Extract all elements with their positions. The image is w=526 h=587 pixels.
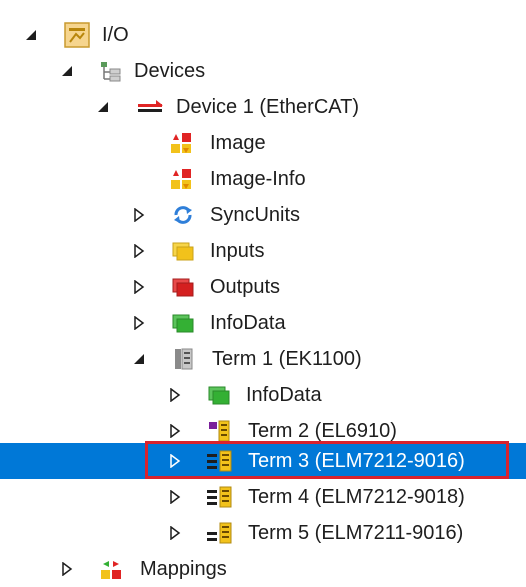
terminal-icon xyxy=(208,420,232,442)
inputs-icon xyxy=(172,240,194,262)
tree-node-inputs[interactable]: Inputs xyxy=(0,233,526,269)
tree-node-label: Term 5 (ELM7211-9016) xyxy=(248,522,464,544)
collapsed-arrow-icon[interactable] xyxy=(168,524,182,542)
sync-icon xyxy=(172,204,194,226)
tree-node-mappings[interactable]: Mappings xyxy=(0,551,526,587)
tree-node-term-5[interactable]: Term 5 (ELM7211-9016) xyxy=(0,515,526,551)
collapsed-arrow-icon[interactable] xyxy=(132,314,146,332)
mappings-icon xyxy=(100,558,122,580)
tree-node-label: InfoData xyxy=(246,384,322,406)
tree-node-image-info[interactable]: Image-Info xyxy=(0,161,526,197)
tree-node-image[interactable]: Image xyxy=(0,125,526,161)
tree-node-term-3[interactable]: Term 3 (ELM7212-9016) xyxy=(0,443,526,479)
collapsed-arrow-icon[interactable] xyxy=(132,278,146,296)
tree-node-label: Term 3 (ELM7212-9016) xyxy=(248,450,465,472)
tree-node-term1-infodata[interactable]: InfoData xyxy=(0,377,526,413)
tree-node-term-1[interactable]: Term 1 (EK1100) xyxy=(0,341,526,377)
collapsed-arrow-icon[interactable] xyxy=(168,386,182,404)
ethercat-device-icon xyxy=(136,96,164,118)
tree-node-device-1[interactable]: Device 1 (EtherCAT) xyxy=(0,89,526,125)
collapsed-arrow-icon[interactable] xyxy=(132,206,146,224)
expanded-arrow-icon[interactable] xyxy=(132,350,146,368)
tree-node-label: Mappings xyxy=(140,558,227,580)
expanded-arrow-icon[interactable] xyxy=(96,98,110,116)
tree-node-infodata[interactable]: InfoData xyxy=(0,305,526,341)
tree-node-syncunits[interactable]: SyncUnits xyxy=(0,197,526,233)
tree-node-io[interactable]: I/O xyxy=(0,17,526,53)
tree-node-label: Term 4 (ELM7212-9018) xyxy=(248,486,465,508)
tree-node-label: Outputs xyxy=(210,276,281,298)
devices-tree-icon xyxy=(100,60,122,82)
expanded-arrow-icon[interactable] xyxy=(24,26,38,44)
collapsed-arrow-icon[interactable] xyxy=(168,488,182,506)
collapsed-arrow-icon[interactable] xyxy=(60,560,74,578)
collapsed-arrow-icon[interactable] xyxy=(168,452,182,470)
terminal-icon xyxy=(206,522,234,544)
tree-node-label: InfoData xyxy=(210,312,286,334)
tree-node-outputs[interactable]: Outputs xyxy=(0,269,526,305)
io-folder-icon xyxy=(64,22,90,48)
collapsed-arrow-icon[interactable] xyxy=(132,242,146,260)
tree-node-label: Image-Info xyxy=(210,168,306,190)
tree-node-label: Device 1 (EtherCAT) xyxy=(176,96,360,118)
image-icon xyxy=(170,132,192,154)
collapsed-arrow-icon[interactable] xyxy=(168,422,182,440)
expanded-arrow-icon[interactable] xyxy=(60,62,74,80)
tree-node-term-4[interactable]: Term 4 (ELM7212-9018) xyxy=(0,479,526,515)
tree-node-label: Term 2 (EL6910) xyxy=(248,420,397,442)
coupler-icon xyxy=(174,348,194,370)
tree-node-label: I/O xyxy=(102,24,129,46)
terminal-icon xyxy=(206,450,234,472)
infodata-icon xyxy=(172,312,194,334)
tree-node-label: Image xyxy=(210,132,266,154)
terminal-icon xyxy=(206,486,234,508)
infodata-icon xyxy=(208,384,230,406)
tree-node-label: SyncUnits xyxy=(210,204,301,226)
tree-node-label: Inputs xyxy=(210,240,265,262)
tree-node-label: Term 1 (EK1100) xyxy=(212,348,362,370)
image-info-icon xyxy=(170,168,192,190)
tree-node-label: Devices xyxy=(134,60,206,82)
solution-explorer-tree: I/O Devices Device 1 (EtherCAT) Image Im… xyxy=(0,0,526,587)
outputs-icon xyxy=(172,276,194,298)
tree-node-devices[interactable]: Devices xyxy=(0,53,526,89)
